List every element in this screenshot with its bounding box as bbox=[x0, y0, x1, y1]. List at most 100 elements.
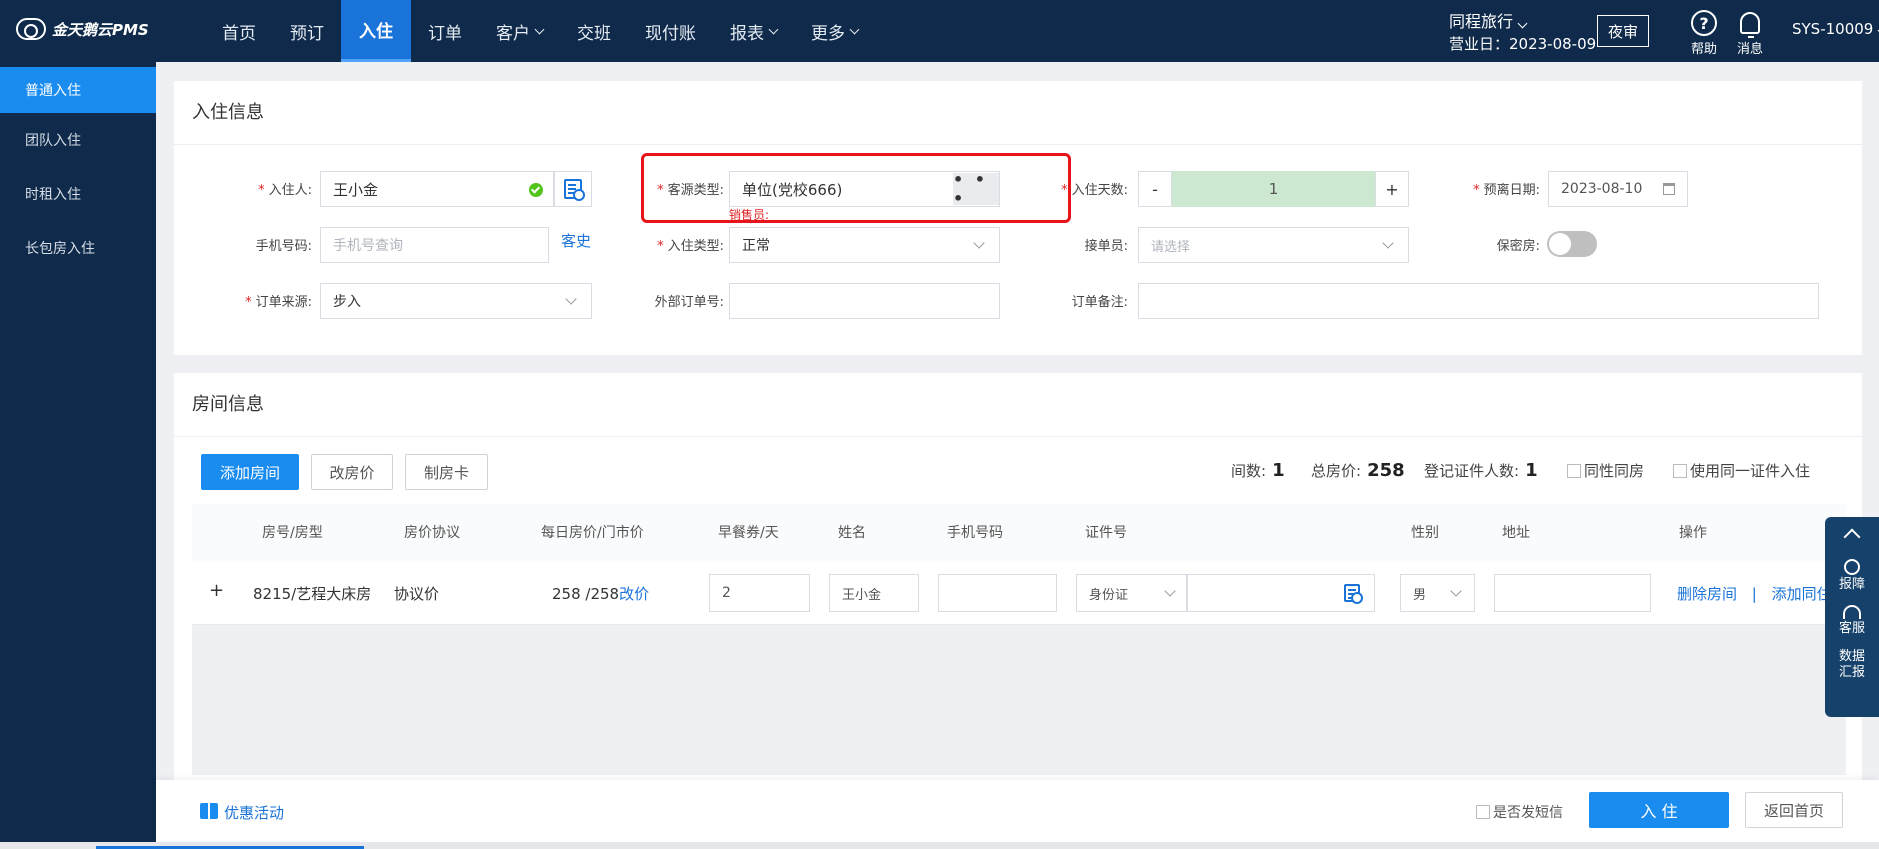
external-order-input[interactable] bbox=[729, 283, 1000, 319]
nav-orders[interactable]: 订单 bbox=[411, 0, 479, 62]
nav-more[interactable]: 更多 bbox=[794, 0, 875, 62]
checkin-info-title: 入住信息 bbox=[174, 81, 1862, 145]
add-cohabitant-link[interactable]: 添加同住 bbox=[1772, 585, 1832, 603]
company-switcher[interactable]: 同程旅行 bbox=[1449, 11, 1596, 33]
secret-room-toggle[interactable] bbox=[1547, 231, 1597, 257]
customer-service-button[interactable]: 客服 bbox=[1825, 593, 1879, 637]
report-fault-button[interactable]: 报障 bbox=[1825, 549, 1879, 593]
nav-reports[interactable]: 报表 bbox=[713, 0, 794, 62]
secret-room-label: 保密房: bbox=[1496, 239, 1540, 254]
room-cell: 8215/艺程大床房 bbox=[253, 585, 372, 603]
action-separator: | bbox=[1751, 585, 1757, 603]
chevron-down-icon bbox=[1164, 585, 1176, 597]
checkbox-icon bbox=[1567, 464, 1581, 478]
change-price-link[interactable]: 改价 bbox=[619, 585, 649, 603]
guest-history-link[interactable]: 客史 bbox=[561, 230, 591, 251]
data-report-button[interactable]: 数据 汇报 bbox=[1825, 637, 1879, 681]
id-type-select[interactable]: 身份证 bbox=[1076, 574, 1187, 612]
days-value[interactable]: 1 bbox=[1172, 171, 1375, 207]
guest-label: * 入住人: bbox=[258, 183, 312, 198]
days-decrement-button[interactable]: - bbox=[1138, 171, 1172, 207]
checkin-submit-button[interactable]: 入 住 bbox=[1589, 792, 1729, 828]
same-gender-checkbox[interactable]: 同性同房 bbox=[1567, 460, 1644, 481]
read-id-card-button[interactable] bbox=[554, 171, 592, 207]
help-icon: ? bbox=[1691, 10, 1717, 36]
sidebar-item-group-checkin[interactable]: 团队入住 bbox=[0, 113, 156, 167]
nav-customers[interactable]: 客户 bbox=[479, 0, 560, 62]
chevron-down-icon bbox=[1517, 18, 1528, 29]
data-report-label-1: 数据 bbox=[1838, 649, 1865, 664]
business-info: 同程旅行 营业日：2023-08-09 bbox=[1449, 11, 1596, 55]
id-card-icon[interactable] bbox=[1344, 584, 1363, 604]
gift-icon bbox=[200, 799, 218, 819]
agreement-cell: 协议价 bbox=[394, 585, 440, 603]
footer-bar: 优惠活动 是否发短信 入 住 返回首页 bbox=[156, 780, 1879, 842]
checkbox-icon bbox=[1673, 464, 1687, 478]
col-agreement: 房价协议 bbox=[404, 525, 460, 541]
nav-home[interactable]: 首页 bbox=[205, 0, 273, 62]
sidebar-item-hourly-checkin[interactable]: 时租入住 bbox=[0, 167, 156, 221]
guest-name-input[interactable]: 王小金 bbox=[320, 171, 554, 207]
phone-cell-input[interactable] bbox=[938, 574, 1057, 612]
sidebar-item-normal-checkin[interactable]: 普通入住 bbox=[0, 67, 156, 113]
data-report-label-2: 汇报 bbox=[1838, 665, 1865, 680]
add-room-button[interactable]: 添加房间 bbox=[201, 454, 299, 490]
days-increment-button[interactable]: + bbox=[1375, 171, 1409, 207]
sidebar-item-longterm-checkin[interactable]: 长包房入住 bbox=[0, 221, 156, 275]
calendar-icon bbox=[1663, 183, 1675, 195]
nav-cash-account[interactable]: 现付账 bbox=[628, 0, 713, 62]
col-actions: 操作 bbox=[1679, 525, 1707, 541]
chevron-up-icon bbox=[1843, 528, 1861, 546]
days-label: * 入住天数: bbox=[1061, 183, 1128, 198]
help-button[interactable]: ? 帮助 bbox=[1684, 8, 1724, 57]
col-breakfast: 早餐券/天 bbox=[718, 525, 779, 541]
floating-toolbar: 报障 客服 数据 汇报 bbox=[1825, 517, 1879, 717]
promotions-link[interactable]: 优惠活动 bbox=[224, 802, 284, 823]
id-number-input[interactable] bbox=[1187, 574, 1375, 612]
order-remark-input[interactable] bbox=[1138, 283, 1819, 319]
nav-reservation[interactable]: 预订 bbox=[273, 0, 341, 62]
expand-row-button[interactable]: + bbox=[209, 580, 224, 601]
chevron-down-icon bbox=[768, 24, 779, 34]
bottom-strip bbox=[0, 842, 1879, 849]
night-audit-button[interactable]: 夜审 bbox=[1597, 15, 1649, 47]
phone-input[interactable]: 手机号查询 bbox=[320, 227, 549, 263]
col-address: 地址 bbox=[1502, 525, 1530, 541]
departure-date-input[interactable]: 2023-08-10 bbox=[1548, 171, 1688, 207]
gender-select[interactable]: 男 bbox=[1400, 574, 1475, 612]
order-source-select[interactable]: 步入 bbox=[320, 283, 592, 319]
messages-button[interactable]: 消息 bbox=[1730, 8, 1770, 57]
receiver-select[interactable]: 请选择 bbox=[1138, 227, 1409, 263]
top-navbar: 金天鹅云PMS 首页 预订 入住 订单 客户 交班 现付账 报表 更多 同程旅行… bbox=[0, 0, 1879, 62]
app-logo[interactable]: 金天鹅云PMS bbox=[16, 18, 149, 40]
wrench-icon bbox=[1844, 559, 1860, 575]
breakfast-input[interactable]: 2 bbox=[709, 574, 810, 612]
receiver-label: 接单员: bbox=[1084, 239, 1128, 254]
checkin-type-label: * 入住类型: bbox=[657, 239, 724, 254]
phone-label: 手机号码: bbox=[255, 239, 312, 254]
checkin-type-select[interactable]: 正常 bbox=[729, 227, 1000, 263]
col-phone: 手机号码 bbox=[947, 525, 1003, 541]
col-daily-price: 每日房价/门市价 bbox=[541, 525, 644, 541]
guest-name-cell-input[interactable]: 王小金 bbox=[829, 574, 919, 612]
price-cell: 258 /258改价 bbox=[552, 585, 650, 603]
col-room: 房号/房型 bbox=[262, 525, 323, 541]
col-id-number: 证件号 bbox=[1085, 525, 1127, 541]
nav-shift[interactable]: 交班 bbox=[560, 0, 628, 62]
user-menu[interactable]: SYS-10009 bbox=[1792, 20, 1879, 38]
nav-checkin[interactable]: 入住 bbox=[341, 0, 411, 62]
id-card-icon bbox=[564, 179, 585, 201]
send-sms-checkbox[interactable]: 是否发短信 bbox=[1476, 802, 1563, 822]
main-nav: 首页 预订 入住 订单 客户 交班 现付账 报表 更多 bbox=[205, 0, 875, 62]
scroll-top-button[interactable] bbox=[1825, 528, 1879, 546]
back-home-button[interactable]: 返回首页 bbox=[1745, 792, 1843, 828]
delete-room-link[interactable]: 删除房间 bbox=[1677, 585, 1737, 603]
chevron-down-icon bbox=[1450, 585, 1462, 597]
make-card-button[interactable]: 制房卡 bbox=[405, 454, 488, 490]
address-input[interactable] bbox=[1494, 574, 1651, 612]
chevron-down-icon bbox=[1382, 237, 1394, 249]
app-logo-text: 金天鹅云PMS bbox=[52, 20, 149, 39]
change-price-button[interactable]: 改房价 bbox=[311, 454, 393, 490]
id-count-stat: 登记证件人数: 1 bbox=[1424, 460, 1538, 481]
same-id-checkbox[interactable]: 使用同一证件入住 bbox=[1673, 460, 1810, 481]
